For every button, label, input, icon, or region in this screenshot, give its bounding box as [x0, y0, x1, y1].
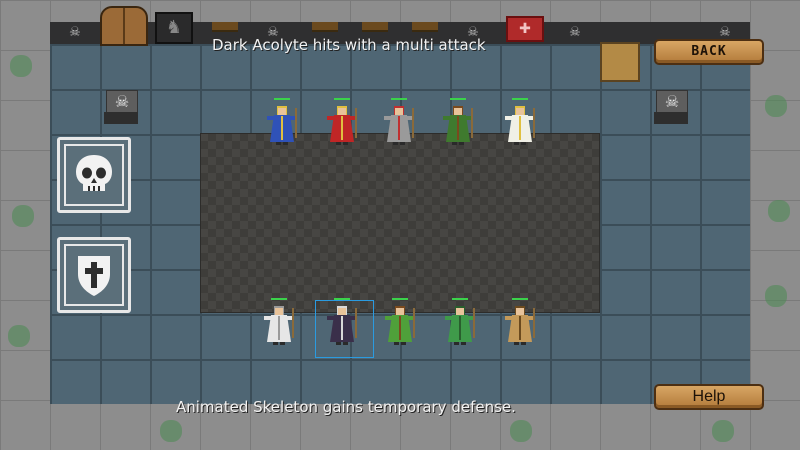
moss-decoration	[10, 55, 32, 77]
hp-bar	[512, 298, 528, 300]
hp-bar	[391, 98, 407, 100]
alchemy-desk	[600, 42, 640, 82]
player-unit-goblin[interactable]	[380, 298, 420, 346]
skull-pedestal: ☠	[104, 90, 138, 130]
wall-skull-icon: ☠	[569, 25, 581, 40]
combat-message-bottom: Animated Skeleton gains temporary defens…	[176, 398, 516, 416]
demon-shrine-icon: ♞	[155, 12, 193, 44]
wall-sconce	[212, 22, 238, 32]
combat-message-top: Dark Acolyte hits with a multi attack	[212, 36, 486, 54]
moss-decoration	[510, 420, 532, 442]
shield-skill-button[interactable]	[57, 237, 131, 313]
enemy-unit-blue-mage[interactable]	[262, 98, 302, 146]
hp-bar	[452, 298, 468, 300]
skull-icon: ☠	[656, 90, 688, 114]
wall-sconce	[312, 22, 338, 32]
player-unit-animated-skeleton[interactable]	[259, 298, 299, 346]
wall-sconce	[412, 22, 438, 32]
enemy-unit-ranger[interactable]	[438, 98, 478, 146]
hp-bar	[271, 298, 287, 300]
battle-arena	[200, 133, 600, 313]
skull-skill-button[interactable]	[57, 137, 131, 213]
selected-unit-frame	[315, 300, 374, 358]
hp-bar	[512, 98, 528, 100]
wall-sconce	[362, 22, 388, 32]
enemy-unit-red-mage[interactable]	[322, 98, 362, 146]
hp-bar	[334, 98, 350, 100]
hp-bar	[392, 298, 408, 300]
enemy-unit-knight[interactable]	[379, 98, 419, 146]
moss-decoration	[160, 420, 182, 442]
moss-decoration	[768, 200, 790, 222]
wall-skull-icon: ☠	[69, 25, 81, 40]
moss-decoration	[8, 325, 30, 347]
skull-icon	[76, 155, 112, 191]
dungeon-door	[100, 6, 148, 46]
back-button[interactable]: BACK	[654, 39, 764, 65]
red-chest-icon: ✚	[506, 16, 544, 42]
moss-decoration	[765, 285, 787, 307]
shield-cross-icon	[78, 256, 110, 296]
player-unit-ogre[interactable]	[500, 298, 540, 346]
moss-decoration	[765, 95, 787, 117]
dungeon-scene: ☠ ☠ ☠ ☠ ☠ ♞ ✚ ☠ ☠ Dark Acolyte hits with…	[0, 0, 800, 450]
enemy-unit-priest[interactable]	[500, 98, 540, 146]
help-button[interactable]: Help	[654, 384, 764, 410]
moss-decoration	[12, 205, 34, 227]
moss-decoration	[712, 420, 734, 442]
skull-icon: ☠	[106, 90, 138, 114]
wall-skull-icon: ☠	[719, 25, 731, 40]
hp-bar	[274, 98, 290, 100]
player-unit-orc[interactable]	[440, 298, 480, 346]
hp-bar	[450, 98, 466, 100]
skull-pedestal: ☠	[654, 90, 688, 130]
